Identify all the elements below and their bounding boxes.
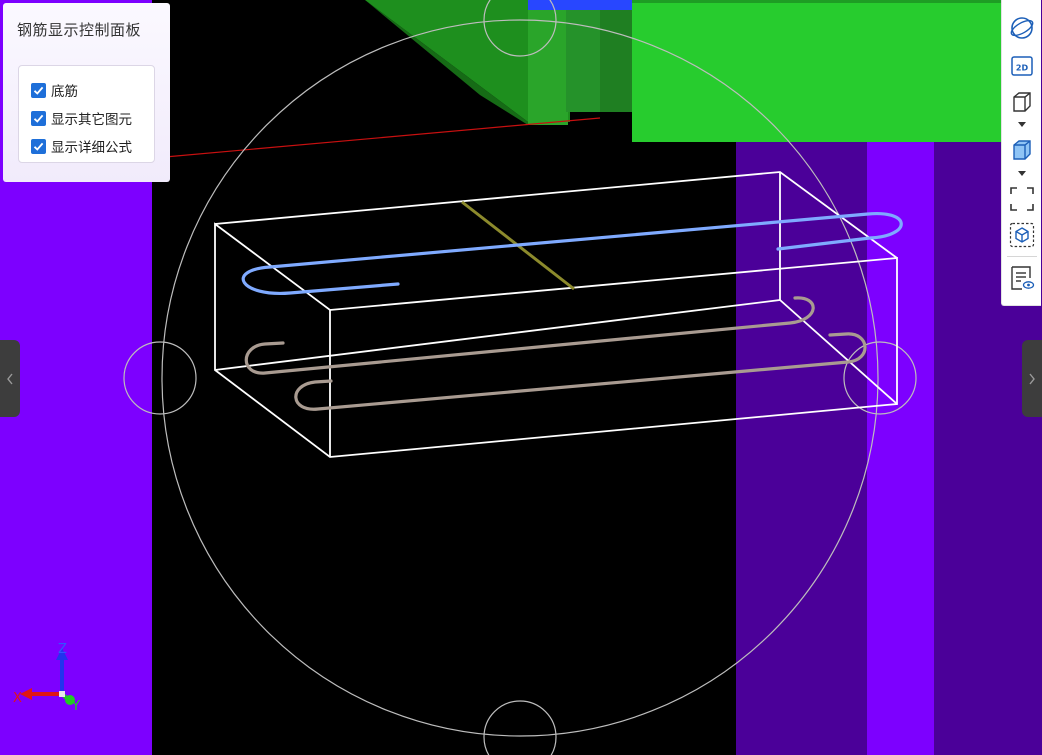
toolbar-separator [1007, 256, 1037, 257]
panel-options: 底筋 显示其它图元 显示详细公式 [18, 65, 155, 163]
blue-block [528, 0, 632, 10]
view-2d-button[interactable]: 2D [1008, 52, 1036, 80]
solid-cube-button[interactable] [1008, 136, 1036, 164]
green-block-mid3 [600, 0, 632, 112]
green-block-mid [528, 0, 568, 125]
option-bottom-rebar[interactable]: 底筋 [31, 80, 78, 100]
panel-title: 钢筋显示控制面板 [17, 21, 142, 39]
option-show-detailed-formula[interactable]: 显示详细公式 [31, 136, 132, 156]
red-axis-line [164, 117, 601, 158]
fit-view-icon [1010, 187, 1034, 211]
fit-view-button[interactable] [1008, 185, 1036, 213]
right-panel-toggle[interactable] [1022, 340, 1042, 417]
orbit-icon [1010, 17, 1034, 39]
z-axis-label: Z [58, 642, 67, 657]
wireframe-cube-icon [1013, 92, 1031, 112]
caret-down-icon[interactable] [1017, 122, 1027, 128]
checkbox-bottom-rebar[interactable] [31, 82, 46, 98]
view-2d-text: 2D [1016, 64, 1029, 73]
checkmark-icon [33, 142, 44, 151]
option-show-other-elements[interactable]: 显示其它图元 [31, 108, 132, 128]
view-2d-icon: 2D [1011, 56, 1033, 76]
orbit-handle-bottom[interactable] [483, 700, 557, 755]
option-label: 显示详细公式 [51, 140, 132, 156]
left-panel-toggle[interactable] [0, 340, 20, 417]
green-block-shade [632, 0, 1001, 3]
orbit-button[interactable] [1008, 14, 1036, 42]
3d-viewport[interactable]: 钢筋显示控制面板 底筋 显示其它图元 显示详细公式 2D Z X Y [0, 0, 1042, 755]
checkbox-show-other-elements[interactable] [31, 110, 46, 126]
axis-gizmo: Z X Y [13, 642, 80, 714]
view-toolbar: 2D [1001, 0, 1041, 306]
checkbox-show-detailed-formula[interactable] [31, 138, 46, 154]
chevron-right-icon [1029, 373, 1035, 384]
x-axis-label: X [13, 691, 22, 706]
checkmark-icon [33, 86, 44, 95]
chevron-left-icon [7, 373, 13, 384]
y-axis-label: Y [71, 699, 80, 714]
rebar-display-control-panel: 钢筋显示控制面板 底筋 显示其它图元 显示详细公式 [3, 3, 170, 182]
section-box-button[interactable] [1008, 221, 1036, 249]
wireframe-cube-button[interactable] [1008, 88, 1036, 116]
solid-cube-icon [1013, 140, 1031, 160]
properties-view-button[interactable] [1008, 264, 1036, 292]
caret-down-icon[interactable] [1017, 171, 1027, 177]
green-block-main [632, 0, 1001, 142]
axis-origin [59, 691, 65, 697]
properties-view-icon [1011, 266, 1035, 290]
option-label: 显示其它图元 [51, 112, 132, 128]
checkmark-icon [33, 114, 44, 123]
section-box-icon [1009, 222, 1035, 248]
green-block-mid2 [566, 0, 600, 112]
option-label: 底筋 [51, 84, 78, 100]
